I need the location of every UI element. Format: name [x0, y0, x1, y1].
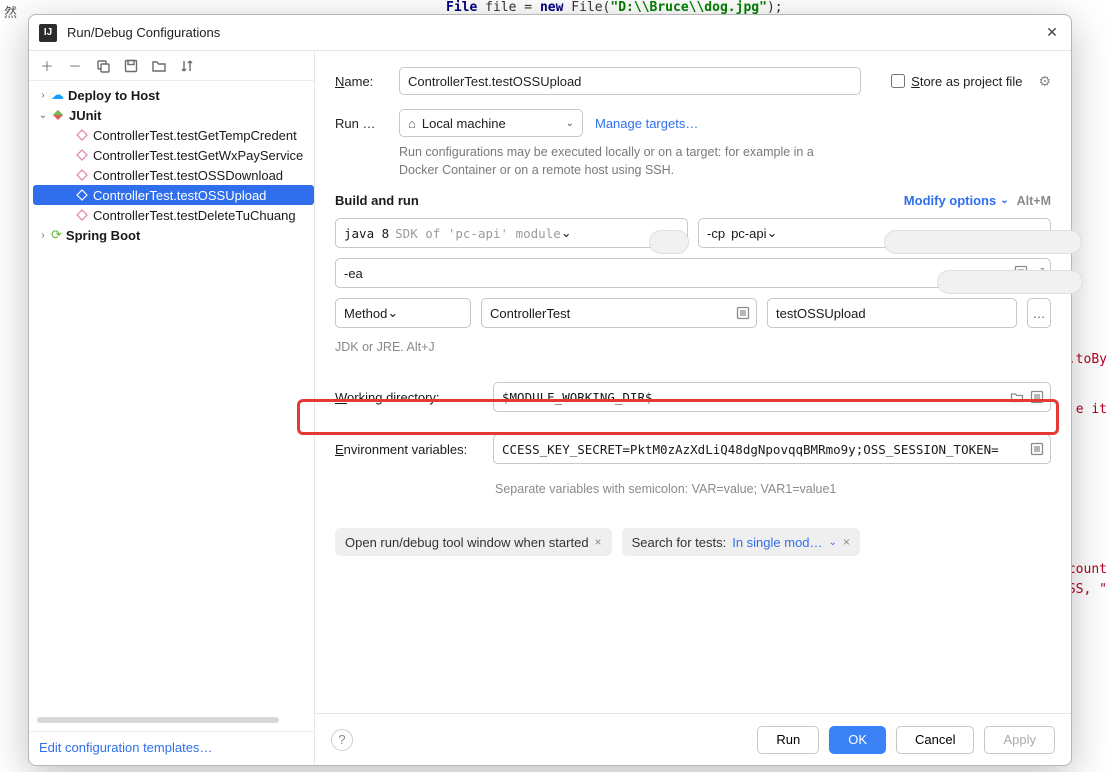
- list-icon[interactable]: [1030, 390, 1044, 404]
- tree-item-test[interactable]: ControllerTest.testOSSDownload: [33, 165, 314, 185]
- sort-icon[interactable]: [179, 58, 195, 74]
- bg-fragment: e it: [1076, 402, 1107, 417]
- main-panel: Name: Store as project file ⚙ Run … ⌂ Lo…: [315, 51, 1071, 765]
- chevron-down-icon: ⌄: [37, 110, 49, 121]
- redaction-blur: [884, 230, 1082, 254]
- edit-templates-link[interactable]: Edit configuration templates…: [39, 740, 212, 755]
- chevron-down-icon: ⌄: [1000, 195, 1008, 206]
- working-dir-label: Working directory:: [335, 390, 479, 405]
- tree-label: JUnit: [69, 108, 102, 123]
- chevron-down-icon: ⌄: [829, 537, 837, 548]
- env-hint: Separate variables with semicolon: VAR=v…: [495, 482, 1051, 496]
- run-on-hint: Run configurations may be executed local…: [399, 143, 819, 179]
- chevron-right-icon: ›: [37, 90, 49, 101]
- apply-button: Apply: [984, 726, 1055, 754]
- tree-label: ControllerTest.testDeleteTuChuang: [93, 208, 296, 223]
- config-tree: › ☁ Deploy to Host ⌄ JUnit ControllerTes…: [29, 81, 314, 715]
- manage-targets-link[interactable]: Manage targets…: [595, 116, 698, 131]
- tree-label: ControllerTest.testOSSUpload: [93, 188, 266, 203]
- close-icon[interactable]: ✕: [1043, 24, 1061, 42]
- bg-code-line: File file = new File("D:\\Bruce\\dog.jpg…: [446, 0, 783, 15]
- browse-button[interactable]: …: [1027, 298, 1051, 328]
- app-icon: IJ: [39, 24, 57, 42]
- tree-label: Deploy to Host: [68, 88, 160, 103]
- tree-item-test[interactable]: ControllerTest.testDeleteTuChuang: [33, 205, 314, 225]
- bg-fragment: count: [1068, 562, 1107, 577]
- jre-combo[interactable]: java 8 SDK of 'pc-api' module ⌄: [335, 218, 688, 248]
- dialog-footer: ? Run OK Cancel Apply: [315, 713, 1071, 765]
- tree-label: ControllerTest.testGetTempCredent: [93, 128, 297, 143]
- spring-icon: ⟳: [51, 227, 62, 243]
- remove-icon[interactable]: －: [67, 58, 83, 74]
- chevron-down-icon: ⌄: [766, 225, 777, 241]
- folder-icon[interactable]: [151, 58, 167, 74]
- modify-shortcut: Alt+M: [1017, 194, 1051, 208]
- folder-icon[interactable]: [1010, 390, 1024, 404]
- run-on-combo[interactable]: ⌂ Local machine ⌄: [399, 109, 583, 137]
- home-icon: ⌂: [408, 116, 416, 131]
- chevron-down-icon: ⌄: [566, 118, 574, 129]
- name-input[interactable]: [399, 67, 861, 95]
- store-checkbox[interactable]: [891, 74, 905, 88]
- tree-label: ControllerTest.testGetWxPayService: [93, 148, 303, 163]
- name-label: Name:: [335, 74, 387, 89]
- test-icon: [75, 168, 89, 182]
- tree-item-test[interactable]: ControllerTest.testGetTempCredent: [33, 125, 314, 145]
- tree-item-test-selected[interactable]: ControllerTest.testOSSUpload: [33, 185, 314, 205]
- test-icon: [75, 208, 89, 222]
- test-kind-combo[interactable]: Method ⌄: [335, 298, 471, 328]
- sidebar-toolbar: ＋ －: [29, 51, 314, 81]
- redaction-blur: [937, 270, 1083, 294]
- list-icon[interactable]: [736, 306, 750, 320]
- add-icon[interactable]: ＋: [39, 58, 55, 74]
- tree-item-deploy[interactable]: › ☁ Deploy to Host: [33, 85, 314, 105]
- copy-icon[interactable]: [95, 58, 111, 74]
- save-icon[interactable]: [123, 58, 139, 74]
- build-and-run-title: Build and run Modify options ⌄ Alt+M: [335, 193, 1051, 208]
- working-dir-input[interactable]: $MODULE_WORKING_DIR$: [493, 382, 1051, 412]
- test-method-input[interactable]: testOSSUpload: [767, 298, 1017, 328]
- chevron-down-icon: ⌄: [561, 225, 572, 241]
- jdk-hint: JDK or JRE. Alt+J: [335, 340, 1051, 354]
- tree-item-spring[interactable]: › ⟳ Spring Boot: [33, 225, 314, 245]
- dialog-title: Run/Debug Configurations: [67, 25, 1043, 40]
- tree-label: Spring Boot: [66, 228, 140, 243]
- run-on-label: Run …: [335, 116, 387, 131]
- bg-gutter-char: 然: [4, 2, 17, 21]
- run-debug-config-dialog: IJ Run/Debug Configurations ✕ ＋ － › ☁ De…: [28, 14, 1072, 766]
- gear-icon[interactable]: ⚙: [1038, 73, 1051, 90]
- titlebar: IJ Run/Debug Configurations ✕: [29, 15, 1071, 51]
- redaction-blur: [649, 230, 689, 254]
- store-as-project-file[interactable]: Store as project file: [891, 74, 1022, 89]
- junit-icon: [51, 108, 65, 122]
- chip-search-for-tests[interactable]: Search for tests: In single mod… ⌄ ×: [622, 528, 860, 556]
- help-icon[interactable]: ?: [331, 729, 353, 751]
- tree-item-junit[interactable]: ⌄ JUnit: [33, 105, 314, 125]
- sidebar: ＋ － › ☁ Deploy to Host ⌄ JUnit: [29, 51, 315, 765]
- bg-fragment: SS, ": [1068, 582, 1107, 597]
- ok-button[interactable]: OK: [829, 726, 886, 754]
- run-on-value: Local machine: [422, 116, 506, 131]
- cloud-icon: ☁: [51, 87, 64, 103]
- env-vars-label: Environment variables:: [335, 442, 479, 457]
- test-icon: [75, 148, 89, 162]
- run-button[interactable]: Run: [757, 726, 819, 754]
- modify-options-link[interactable]: Modify options ⌄: [904, 193, 1009, 208]
- tree-item-test[interactable]: ControllerTest.testGetWxPayService: [33, 145, 314, 165]
- tree-label: ControllerTest.testOSSDownload: [93, 168, 283, 183]
- chevron-right-icon: ›: [37, 230, 49, 241]
- close-icon[interactable]: ×: [843, 535, 850, 549]
- test-class-input[interactable]: ControllerTest: [481, 298, 757, 328]
- env-vars-input[interactable]: CCESS_KEY_SECRET=PktM0zAzXdLiQ48dgNpovqq…: [493, 434, 1051, 464]
- test-icon: [75, 188, 89, 202]
- horizontal-scrollbar[interactable]: [37, 717, 306, 725]
- close-icon[interactable]: ×: [595, 535, 602, 549]
- chevron-down-icon: ⌄: [387, 305, 398, 321]
- chip-open-tool-window[interactable]: Open run/debug tool window when started …: [335, 528, 612, 556]
- cancel-button[interactable]: Cancel: [896, 726, 974, 754]
- bg-fragment: .toBy: [1068, 352, 1107, 367]
- list-icon[interactable]: [1030, 442, 1044, 456]
- test-icon: [75, 128, 89, 142]
